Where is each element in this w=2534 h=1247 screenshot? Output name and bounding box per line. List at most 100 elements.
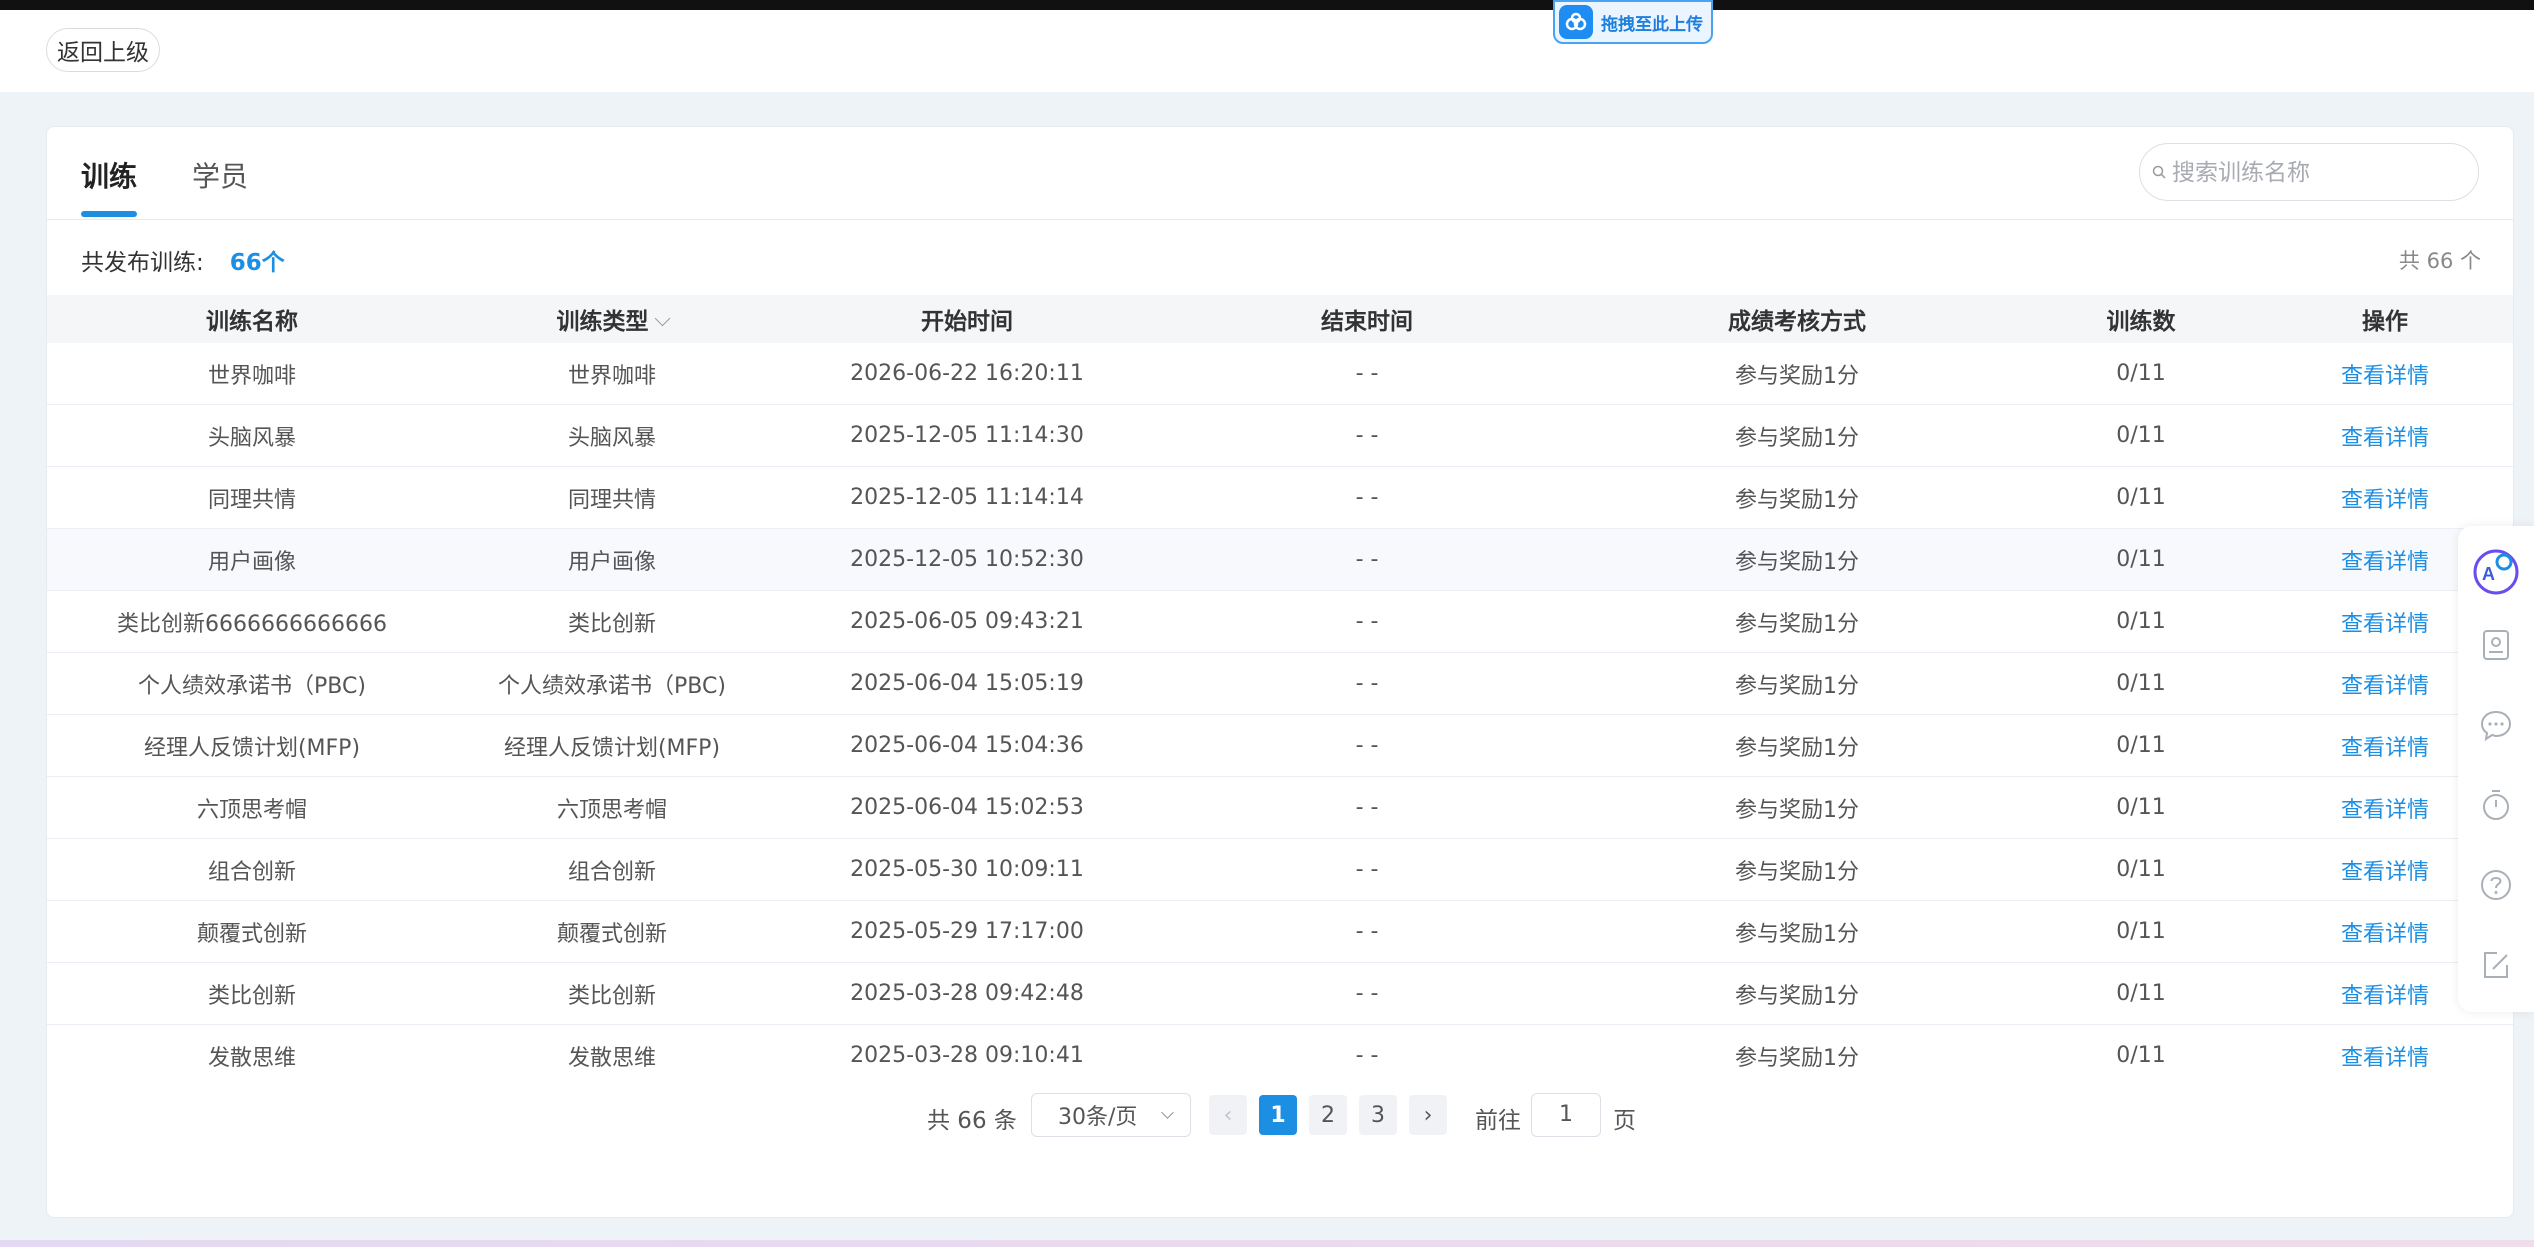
cell-name: 发散思维 xyxy=(47,1024,457,1067)
top-strip xyxy=(0,0,2534,10)
prev-page-button[interactable]: ‹ xyxy=(1209,1095,1247,1135)
cell-start: 2025-06-04 15:02:53 xyxy=(767,776,1167,839)
cell-method: 参与奖励1分 xyxy=(1567,776,2027,839)
cell-type: 类比创新 xyxy=(457,962,767,1025)
col-header-count: 训练数 xyxy=(2027,295,2255,343)
page-button-1[interactable]: 1 xyxy=(1259,1095,1297,1135)
col-header-type-label: 训练类型 xyxy=(556,309,649,335)
table-row: 用户画像 用户画像 2025-12-05 10:52:30- - 参与奖励1分 0/11… xyxy=(47,528,2513,591)
cell-name: 世界咖啡 xyxy=(47,343,457,405)
cell-method: 参与奖励1分 xyxy=(1567,838,2027,901)
next-page-button[interactable]: › xyxy=(1409,1095,1447,1135)
svg-text:A: A xyxy=(2482,564,2495,584)
cell-type: 个人绩效承诺书（PBC) xyxy=(457,652,767,715)
tab-training[interactable]: 训练 xyxy=(81,155,137,195)
cell-start: 2025-06-05 09:43:21 xyxy=(767,590,1167,653)
cell-type: 组合创新 xyxy=(457,838,767,901)
floating-sidebar: A xyxy=(2458,526,2534,1012)
ai-assistant-icon[interactable]: A xyxy=(2472,548,2520,596)
cell-start: 2026-06-22 16:20:11 xyxy=(767,343,1167,405)
drag-upload-button[interactable]: 拖拽至此上传 xyxy=(1553,0,1713,44)
col-header-type[interactable]: 训练类型 xyxy=(457,295,767,343)
summary-label: 共发布训练: xyxy=(81,250,204,276)
cell-end: - - xyxy=(1167,900,1567,963)
page-size-value: 30条/页 xyxy=(1058,1105,1138,1130)
cell-method: 参与奖励1分 xyxy=(1567,1024,2027,1067)
summary-count: 66个 xyxy=(229,250,285,276)
help-icon[interactable] xyxy=(2479,868,2513,902)
cell-end: - - xyxy=(1167,528,1567,591)
cell-type: 类比创新 xyxy=(457,590,767,653)
training-card: 训练 学员 共发布训练: 66个 共 66 个 训练名称 训练类型 开始时间 结束… xyxy=(46,126,2514,1218)
cell-type: 经理人反馈计划(MFP) xyxy=(457,714,767,777)
cell-count: 0/11 xyxy=(2027,900,2255,963)
cell-method: 参与奖励1分 xyxy=(1567,652,2027,715)
published-summary: 共发布训练: 66个 xyxy=(81,243,285,277)
table-row: 六顶思考帽 六顶思考帽 2025-06-04 15:02:53- - 参与奖励1分 0/… xyxy=(47,776,2513,839)
cell-end: - - xyxy=(1167,1024,1567,1067)
tab-students[interactable]: 学员 xyxy=(192,155,248,195)
cell-name: 类比创新 xyxy=(47,962,457,1025)
cloud-upload-icon xyxy=(1559,5,1593,39)
cell-method: 参与奖励1分 xyxy=(1567,714,2027,777)
table-row: 世界咖啡 世界咖啡 2026-06-22 16:20:11- - 参与奖励1分 0/11… xyxy=(47,343,2513,405)
view-details-link[interactable]: 查看详情 xyxy=(2255,343,2513,405)
cell-start: 2025-12-05 11:14:30 xyxy=(767,404,1167,467)
cell-start: 2025-03-28 09:10:41 xyxy=(767,1024,1167,1067)
cell-type: 六顶思考帽 xyxy=(457,776,767,839)
cell-type: 同理共情 xyxy=(457,466,767,529)
cell-start: 2025-12-05 11:14:14 xyxy=(767,466,1167,529)
table-row: 同理共情 同理共情 2025-12-05 11:14:14- - 参与奖励1分 0/11… xyxy=(47,466,2513,529)
page-size-select[interactable]: 30条/页 xyxy=(1031,1093,1191,1137)
cell-start: 2025-05-29 17:17:00 xyxy=(767,900,1167,963)
cell-method: 参与奖励1分 xyxy=(1567,962,2027,1025)
cell-name: 经理人反馈计划(MFP) xyxy=(47,714,457,777)
cell-method: 参与奖励1分 xyxy=(1567,343,2027,405)
view-details-link[interactable]: 查看详情 xyxy=(2255,1024,2513,1067)
table-row: 类比创新 类比创新 2025-03-28 09:42:48- - 参与奖励1分 0/11… xyxy=(47,962,2513,1025)
cell-method: 参与奖励1分 xyxy=(1567,900,2027,963)
chevron-down-icon[interactable] xyxy=(654,310,670,327)
cell-end: - - xyxy=(1167,404,1567,467)
col-header-action: 操作 xyxy=(2255,295,2513,343)
view-details-link[interactable]: 查看详情 xyxy=(2255,404,2513,467)
contact-card-icon[interactable] xyxy=(2479,628,2513,662)
cell-end: - - xyxy=(1167,343,1567,405)
cell-name: 类比创新6666666666666 xyxy=(47,590,457,653)
chat-icon[interactable] xyxy=(2479,708,2513,742)
tab-bar: 训练 学员 xyxy=(47,127,2513,220)
goto-page-input[interactable]: 1 xyxy=(1531,1093,1601,1137)
page-unit-label: 页 xyxy=(1613,1108,1636,1134)
timer-icon[interactable] xyxy=(2479,788,2513,822)
cell-end: - - xyxy=(1167,590,1567,653)
table-row: 组合创新 组合创新 2025-05-30 10:09:11- - 参与奖励1分 0/11… xyxy=(47,838,2513,901)
cell-type: 头脑风暴 xyxy=(457,404,767,467)
cell-start: 2025-12-05 10:52:30 xyxy=(767,528,1167,591)
cell-start: 2025-05-30 10:09:11 xyxy=(767,838,1167,901)
upload-label: 拖拽至此上传 xyxy=(1601,14,1703,35)
page-button-2[interactable]: 2 xyxy=(1309,1095,1347,1135)
table-header-row: 训练名称 训练类型 开始时间 结束时间 成绩考核方式 训练数 操作 xyxy=(47,295,2513,343)
cell-start: 2025-06-04 15:04:36 xyxy=(767,714,1167,777)
cell-name: 六顶思考帽 xyxy=(47,776,457,839)
cell-end: - - xyxy=(1167,466,1567,529)
chevron-down-icon xyxy=(1161,1106,1174,1119)
cell-end: - - xyxy=(1167,962,1567,1025)
search-icon xyxy=(2152,165,2166,179)
edit-icon[interactable] xyxy=(2479,948,2513,982)
table-row: 发散思维 发散思维 2025-03-28 09:10:41- - 参与奖励1分 0/11… xyxy=(47,1024,2513,1067)
bottom-divider xyxy=(0,1240,2534,1247)
table-row: 类比创新6666666666666 类比创新 2025-06-05 09:43:21… xyxy=(47,590,2513,653)
search-box[interactable] xyxy=(2139,143,2479,201)
cell-end: - - xyxy=(1167,714,1567,777)
search-input[interactable] xyxy=(2170,150,2464,196)
training-table: 训练名称 训练类型 开始时间 结束时间 成绩考核方式 训练数 操作 世界咖啡 世界… xyxy=(47,295,2513,1067)
page-button-3[interactable]: 3 xyxy=(1359,1095,1397,1135)
page-header: 返回上级 xyxy=(0,10,2534,92)
back-button[interactable]: 返回上级 xyxy=(46,28,160,72)
cell-name: 同理共情 xyxy=(47,466,457,529)
cell-type: 发散思维 xyxy=(457,1024,767,1067)
view-details-link[interactable]: 查看详情 xyxy=(2255,466,2513,529)
cell-end: - - xyxy=(1167,838,1567,901)
pagination: 共 66 条 30条/页 ‹ 1 2 3 › 前往 1 页 xyxy=(47,1093,2513,1139)
